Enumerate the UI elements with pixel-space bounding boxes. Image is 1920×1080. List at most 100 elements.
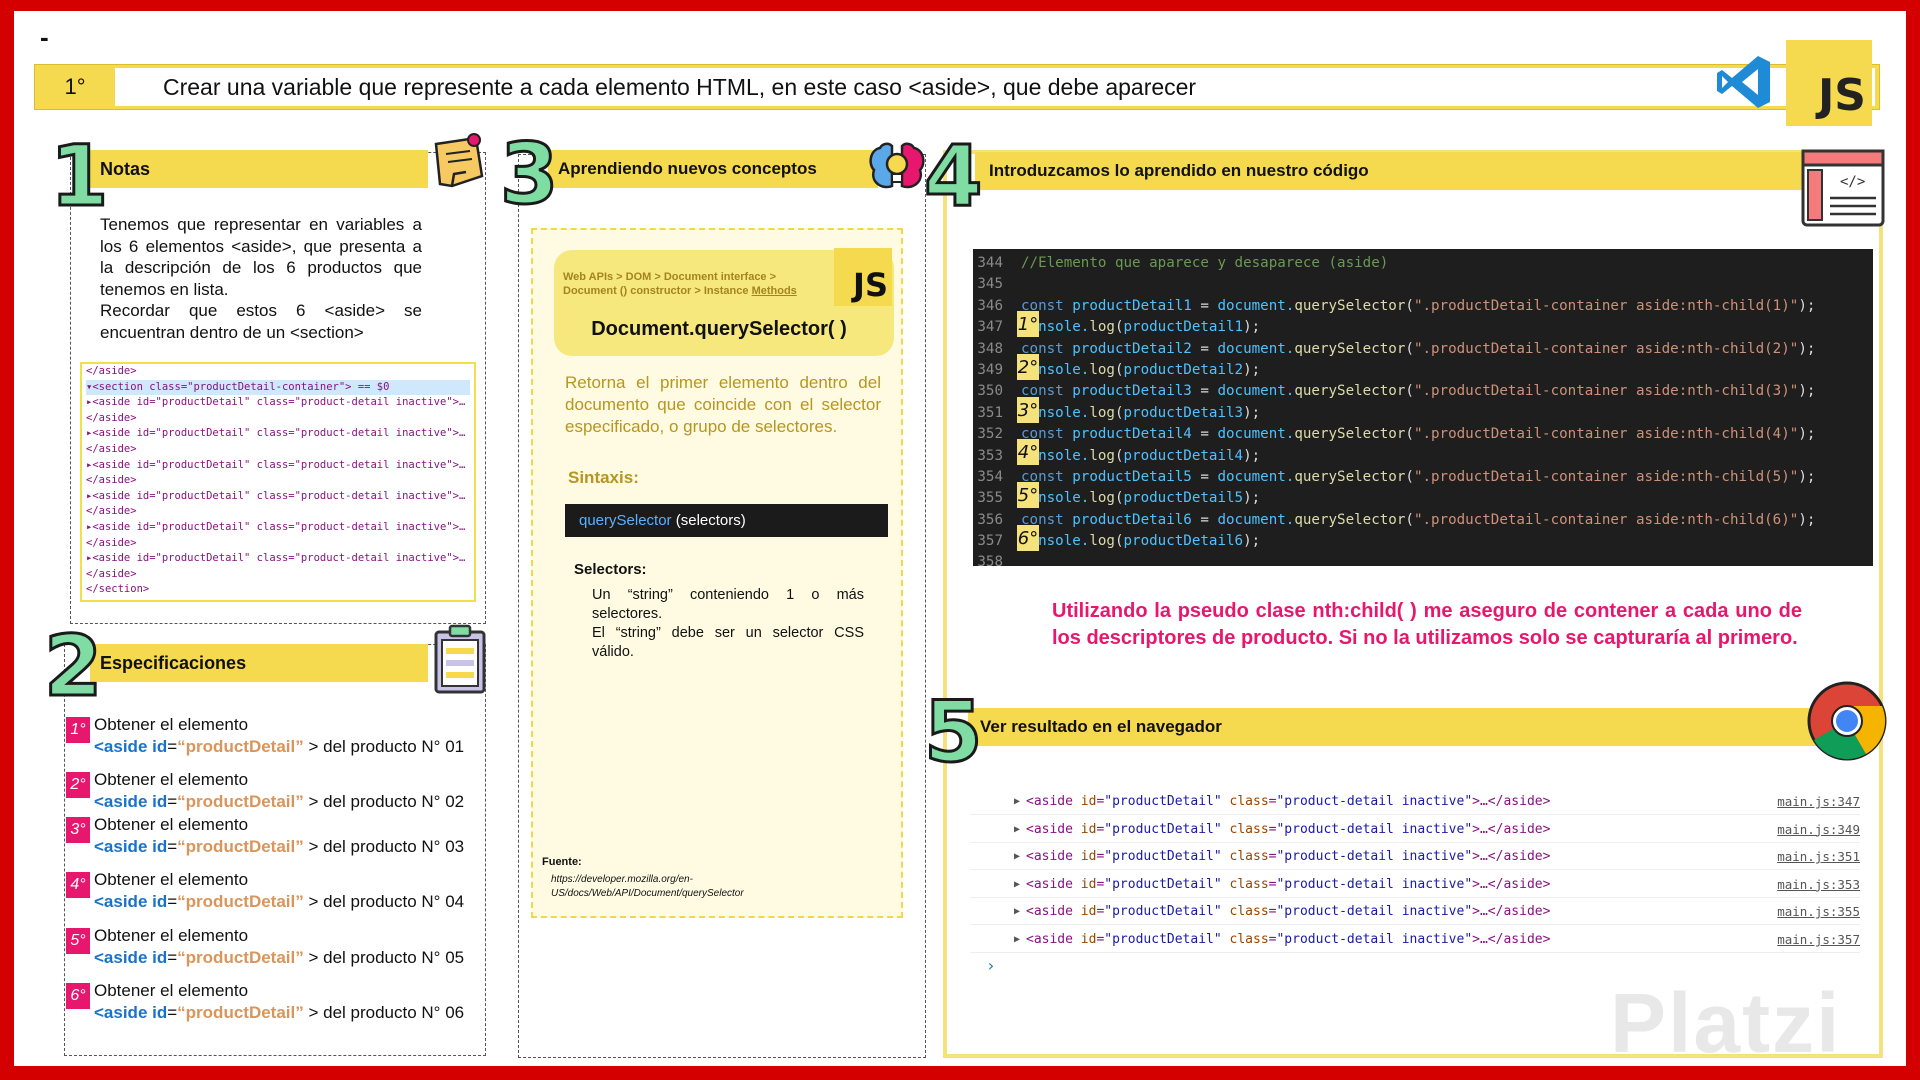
code-function: querySelector [1294,426,1406,443]
spec-line-1: Obtener el elemento [94,926,249,945]
source-link[interactable]: main.js:353 [1777,871,1860,898]
code-line: 358 [977,554,1003,566]
breadcrumb-methods-link[interactable]: Methods [752,285,797,297]
console-element[interactable]: <aside id="productDetail" class="product… [1026,898,1550,925]
source-link[interactable]: main.js:355 [1777,898,1860,925]
expand-arrow-icon[interactable]: ▶ [1014,788,1020,815]
code-operator: = [1191,468,1218,485]
specs-header: Especificaciones [90,644,428,682]
console-element[interactable]: <aside id="productDetail" class="product… [1026,926,1550,953]
devtools-line: </aside> [86,505,137,518]
source-link[interactable]: main.js:351 [1777,843,1860,870]
breadcrumb-path: Document () constructor > Instance [563,285,752,297]
spec-tag: <aside [94,792,153,811]
console-row[interactable]: ▶ <aside id="productDetail" class="produc… [970,788,1860,815]
code-variable: productDetail3 [1072,383,1192,400]
console-row[interactable]: ▶ <aside id="productDetail" class="produc… [970,871,1860,898]
code-line: 353 console.log(productDetail4); [973,446,1873,467]
console-row[interactable]: ▶ <aside id="productDetail" class="produc… [970,843,1860,871]
console-row[interactable]: ▶ <aside id="productDetail" class="produc… [970,898,1860,926]
spec-line-2: <aside id=“productDetail” > del producto… [94,947,464,969]
method-description: Retorna el primer elemento dentro del do… [565,373,881,436]
code-paren: ( [1114,319,1124,336]
tag-close: >…</aside> [1472,876,1551,892]
expand-arrow-icon[interactable]: ▶ [1014,926,1020,953]
devtools-line: ▸<aside id="productDetail" class="produc… [86,396,466,409]
code-step-badge: 1° [1017,311,1039,337]
console-element[interactable]: <aside id="productDetail" class="product… [1026,871,1550,898]
code-string: ".productDetail-container aside:nth-chil… [1413,383,1799,400]
console-element[interactable]: <aside id="productDetail" class="product… [1026,816,1550,843]
expand-arrow-icon[interactable]: ▶ [1014,871,1020,898]
code-string: ".productDetail-container aside:nth-chil… [1413,468,1799,485]
code-line: 349 console.log(productDetail2); [973,360,1873,381]
attr-value: "productDetail" [1104,904,1222,920]
console-prompt[interactable]: › [986,956,996,975]
spec-rest: > del producto N° 05 [303,948,465,967]
chrome-icon [1807,681,1887,761]
source-url[interactable]: https://developer.mozilla.org/en-US/docs… [551,873,751,901]
brain-idea-icon [869,142,925,189]
console-element[interactable]: <aside id="productDetail" class="product… [1026,843,1550,870]
code-paren: ); [1243,361,1261,378]
result-header: Ver resultado en el navegador [968,708,1878,746]
devtools-line: </aside> [86,365,137,377]
source-label: Fuente: [542,856,582,868]
spec-attr: id [152,837,168,856]
code-variable: productDetail2 [1072,340,1192,357]
code-step-badge: 5° [1017,482,1039,509]
attr-name: class [1221,932,1269,947]
console-row[interactable]: ▶ <aside id="productDetail" class="produc… [970,816,1860,843]
attr-name: id [1080,904,1097,920]
code-window-icon: </> [1801,149,1885,227]
code-operator: = [1191,340,1218,357]
code-function: log [1089,447,1115,464]
code-paren: ( [1114,490,1124,507]
line-number: 350 [977,383,1003,400]
header-step: 1° [64,74,86,99]
attr-name: id [1080,794,1097,809]
expand-arrow-icon[interactable]: ▶ [1014,898,1020,925]
section-number-1: 1 [48,127,109,225]
code-paren: ); [1798,340,1816,357]
console-element[interactable]: <aside id="productDetail" class="product… [1026,788,1550,815]
code-object: document. [1217,468,1295,485]
devtools-elements-screenshot: </aside> ▾<section class="productDetail-… [80,362,476,602]
code-paren: ( [1114,447,1124,464]
expand-arrow-icon[interactable]: ▶ [1014,843,1020,870]
spec-rest: > del producto N° 04 [303,892,465,911]
syntax-bar: querySelector (selectors) [565,504,888,537]
tag-close: >…</aside> [1472,932,1551,947]
source-link[interactable]: main.js:357 [1777,926,1860,953]
code-header: Introduzcamos lo aprendido en nuestro có… [975,152,1880,190]
console-row[interactable]: ▶ <aside id="productDetail" class="produc… [970,926,1860,953]
code-step-badge: 2° [1017,353,1039,380]
spec-line-1: Obtener el elemento [94,770,249,789]
code-paren: ( [1405,426,1414,443]
spec-line-1: Obtener el elemento [94,870,249,889]
spec-eq: = [167,1003,178,1022]
code-function: log [1089,490,1115,507]
attr-name: class [1221,904,1269,920]
attr-value: "productDetail" [1104,849,1222,865]
source-link[interactable]: main.js:349 [1777,816,1860,843]
breadcrumb-line-1: Web APIs > DOM > Document interface > [563,271,777,283]
tag-open: <aside [1026,794,1081,809]
spec-line-2: <aside id=“productDetail” > del producto… [94,736,464,758]
code-paren: ); [1798,297,1816,314]
code-variable: productDetail1 [1072,297,1192,314]
spec-badge: 2° [66,772,90,798]
svg-text:</>: </> [1840,174,1865,190]
code-line: 356 const productDetail6 = document.query… [973,510,1873,531]
devtools-line: </aside> [86,567,137,580]
spec-rest: > del producto N° 02 [303,792,465,811]
tag-open: <aside [1026,932,1081,947]
code-operator: = [1191,383,1218,400]
code-paren: ); [1798,383,1816,400]
devtools-line: ▾<section class="productDetail-container… [86,379,470,396]
expand-arrow-icon[interactable]: ▶ [1014,816,1020,843]
code-paren: ); [1243,447,1261,464]
code-paren: ); [1798,426,1816,443]
spec-line-2: <aside id=“productDetail” > del producto… [94,1002,464,1024]
source-link[interactable]: main.js:347 [1777,788,1860,815]
